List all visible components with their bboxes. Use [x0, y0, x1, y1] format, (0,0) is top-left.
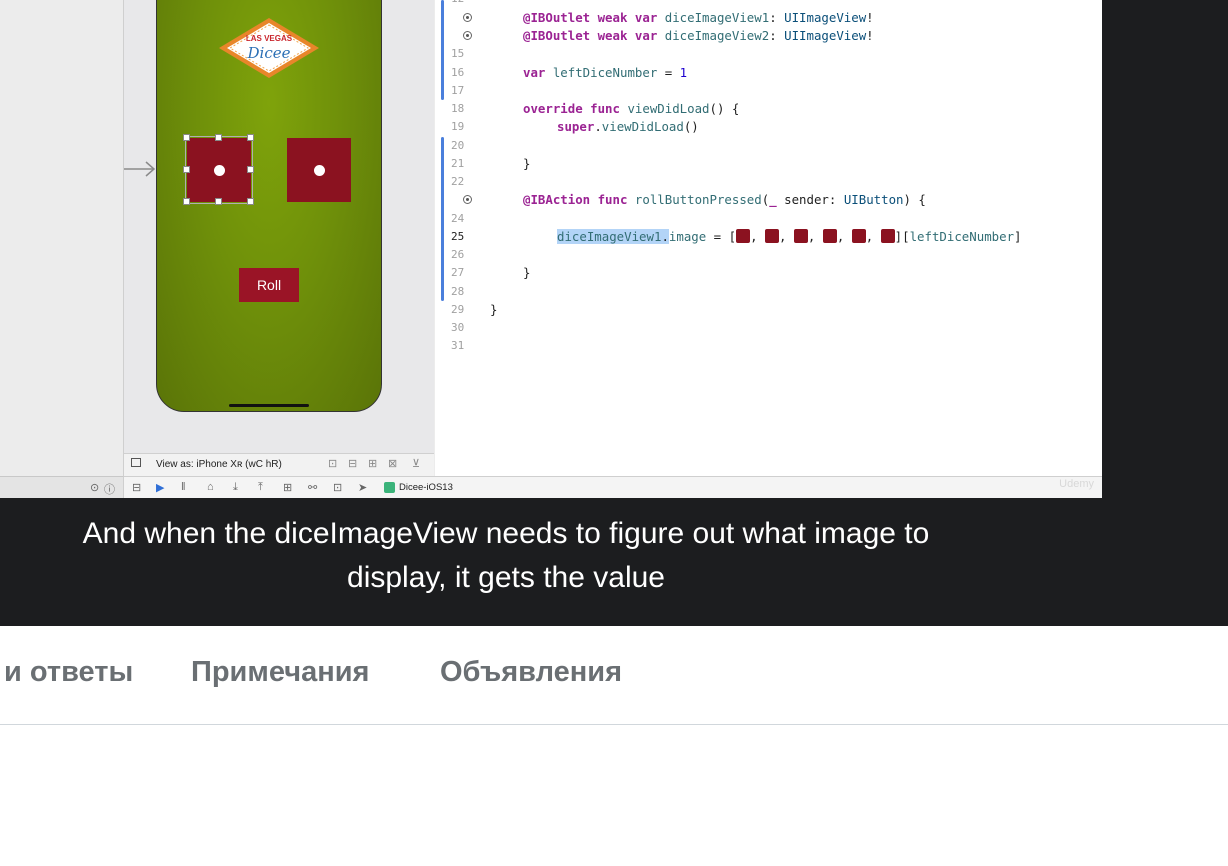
code-editor[interactable]: 12 15 16 17 18 19 20 21 22 24 25 26 27 2… — [435, 0, 1102, 476]
resize-handle[interactable] — [247, 166, 254, 173]
add-constraints-icon[interactable]: ⊞ — [368, 457, 377, 470]
scheme-label[interactable]: Dicee-iOS13 — [399, 482, 453, 493]
selection-outline — [185, 136, 253, 204]
resize-handle[interactable] — [183, 198, 190, 205]
memory-graph-icon[interactable]: ⚯ — [308, 481, 317, 494]
line-number: 29 — [451, 303, 465, 316]
dice-four-literal-icon — [822, 229, 837, 243]
step-into-icon[interactable]: ⤓ — [233, 481, 238, 494]
dice-five-literal-icon — [851, 229, 866, 243]
line-number: 20 — [451, 139, 465, 152]
dice-six-literal-icon — [880, 229, 895, 243]
view-as-label[interactable]: View as: iPhone Xʀ (wC hR) — [156, 459, 282, 470]
line-number: 26 — [451, 248, 465, 261]
line-number: 28 — [451, 285, 465, 298]
tab-qa[interactable]: и ответы — [4, 656, 133, 689]
dice-image-view-1[interactable] — [183, 134, 254, 205]
resize-handle[interactable] — [183, 166, 190, 173]
resize-handle[interactable] — [183, 134, 190, 141]
roll-button[interactable]: Roll — [239, 268, 299, 302]
line-number: 21 — [451, 157, 465, 170]
code-line-18[interactable]: override func viewDidLoad() { — [523, 101, 739, 116]
line-number: 19 — [451, 120, 465, 133]
dice-three-literal-icon — [793, 229, 808, 243]
hide-debug-area-icon[interactable]: ⊟ — [132, 481, 141, 494]
document-outline-panel — [0, 0, 124, 476]
tab-announcements[interactable]: Объявления — [440, 656, 622, 689]
code-line-16[interactable]: var leftDiceNumber = 1 — [523, 65, 687, 80]
environment-overrides-icon[interactable]: ⊡ — [333, 481, 342, 494]
view-debugger-icon[interactable]: ⊞ — [283, 481, 292, 494]
logo-top-text: LAS VEGAS — [245, 34, 293, 43]
code-line-14[interactable]: @IBOutlet weak var diceImageView2: UIIma… — [523, 28, 874, 43]
action-connection-icon[interactable] — [463, 195, 472, 204]
update-frames-icon[interactable]: ⊡ — [328, 457, 337, 470]
line-number: 24 — [451, 212, 465, 225]
home-indicator — [229, 404, 309, 407]
outline-filter-bar: ⊙ ⓘ — [0, 476, 124, 498]
las-vegas-dicee-logo: LAS VEGAS Dicee — [217, 16, 321, 80]
code-line-19[interactable]: super.viewDidLoad() — [557, 119, 699, 134]
code-line-25[interactable]: diceImageView1.image = [, , , , , ][left… — [557, 229, 1022, 244]
caption-line-1: And when the diceImageView needs to figu… — [82, 517, 930, 550]
pause-icon[interactable]: ‖ — [181, 481, 186, 493]
logo-bottom-text: Dicee — [247, 44, 291, 62]
info-icon[interactable]: ⓘ — [104, 481, 115, 497]
storyboard-canvas[interactable]: LAS VEGAS Dicee Roll — [124, 0, 434, 453]
resize-handle[interactable] — [215, 198, 222, 205]
device-config-bar: View as: iPhone Xʀ (wC hR) ⊡ ⊟ ⊞ ⊠ ⊻ — [124, 453, 434, 477]
video-player[interactable]: ⊙ ⓘ LAS VEGAS Dicee Roll View as: iPhone… — [0, 0, 1228, 626]
entry-point-arrow-icon — [124, 161, 156, 177]
outlet-connection-icon[interactable] — [463, 13, 472, 22]
breakpoints-icon[interactable]: ▶ — [156, 481, 164, 494]
resize-handle[interactable] — [247, 198, 254, 205]
line-number: 15 — [451, 47, 465, 60]
editor-gutter: 12 15 16 17 18 19 20 21 22 24 25 26 27 2… — [435, 0, 485, 476]
outlet-connection-icon[interactable] — [463, 31, 472, 40]
step-over-icon[interactable]: ⌂ — [207, 481, 214, 493]
dice-pip — [314, 165, 325, 176]
line-number: 30 — [451, 321, 465, 334]
code-line-13[interactable]: @IBOutlet weak var diceImageView1: UIIma… — [523, 10, 874, 25]
resolve-issues-icon[interactable]: ⊠ — [388, 457, 397, 470]
step-out-icon[interactable]: ⤒ — [258, 481, 263, 494]
xcode-window: ⊙ ⓘ LAS VEGAS Dicee Roll View as: iPhone… — [0, 0, 1102, 498]
debug-bar: ⊟ ▶ ‖ ⌂ ⤓ ⤒ ⊞ ⚯ ⊡ ➤ Dicee-iOS13 — [124, 476, 1102, 498]
change-bar — [441, 0, 444, 100]
dice-one-literal-icon — [736, 229, 751, 243]
line-number: 12 — [451, 0, 477, 5]
course-tabs: и ответы Примечания Объявления — [0, 626, 1228, 725]
line-number: 18 — [451, 102, 465, 115]
code-line-21[interactable]: } — [523, 156, 530, 171]
code-line-23[interactable]: @IBAction func rollButtonPressed(_ sende… — [523, 192, 926, 207]
line-number: 27 — [451, 266, 465, 279]
iphone-scene[interactable]: LAS VEGAS Dicee Roll — [156, 0, 382, 412]
line-number: 31 — [451, 339, 465, 352]
line-number: 17 — [451, 84, 465, 97]
line-number: 16 — [451, 66, 465, 79]
scheme-icon — [384, 482, 395, 493]
location-icon[interactable]: ➤ — [358, 481, 367, 494]
sidebar-toggle-icon[interactable] — [131, 458, 141, 467]
history-icon[interactable]: ⊙ — [90, 481, 99, 494]
line-number-current: 25 — [451, 230, 465, 243]
resize-handle[interactable] — [247, 134, 254, 141]
video-caption: And when the diceImageView needs to figu… — [0, 512, 1012, 600]
code-line-27[interactable]: } — [523, 265, 530, 280]
resize-handle[interactable] — [215, 134, 222, 141]
code-line-29[interactable]: } — [490, 302, 497, 317]
embed-in-icon[interactable]: ⊻ — [412, 457, 420, 470]
dice-two-literal-icon — [764, 229, 779, 243]
dice-image-view-2[interactable] — [287, 138, 351, 202]
change-bar — [441, 137, 444, 301]
line-number: 22 — [451, 175, 465, 188]
tab-notes[interactable]: Примечания — [191, 656, 369, 689]
caption-line-2: display, it gets the value — [347, 561, 665, 594]
align-icon[interactable]: ⊟ — [348, 457, 357, 470]
udemy-watermark: Udemy — [1059, 478, 1094, 490]
